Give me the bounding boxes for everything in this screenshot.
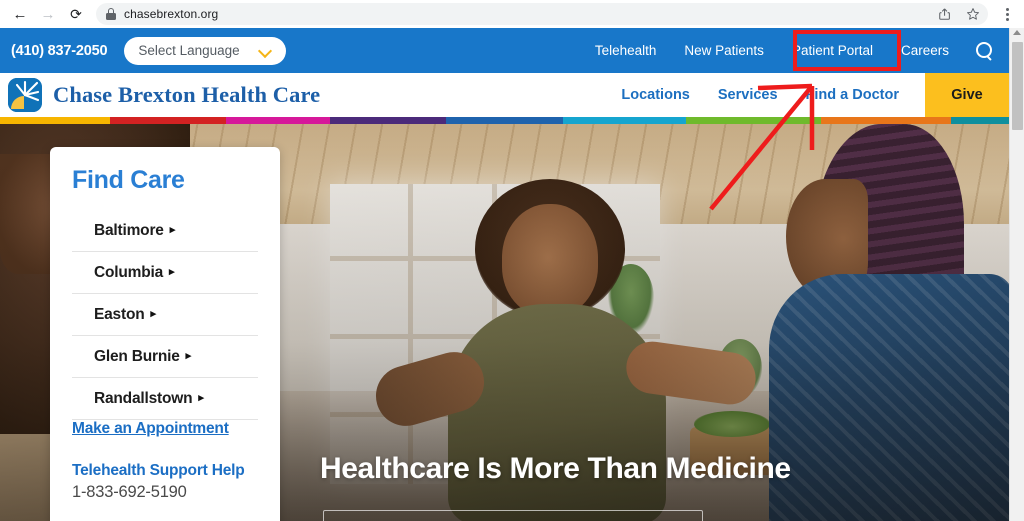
location-label: Columbia <box>94 263 164 281</box>
utility-link-patient-portal[interactable]: Patient Portal <box>778 28 887 73</box>
scroll-up-arrow-icon[interactable] <box>1013 30 1021 35</box>
nav-link-find-a-doctor[interactable]: Find a Doctor <box>792 73 913 117</box>
find-care-location-baltimore[interactable]: Baltimore ▸ <box>72 210 258 252</box>
caret-right-icon: ▸ <box>150 308 156 320</box>
nav-link-locations[interactable]: Locations <box>607 73 703 117</box>
find-care-title: Find Care <box>72 166 185 194</box>
make-an-appointment-link[interactable]: Make an Appointment <box>72 420 229 437</box>
page-scrollbar[interactable] <box>1009 28 1024 521</box>
find-care-card: Find Care Baltimore ▸ Columbia ▸ Easton … <box>50 147 280 521</box>
site-main-nav: Chase Brexton Health Care Locations Serv… <box>0 73 1009 117</box>
utility-link-careers[interactable]: Careers <box>887 28 963 73</box>
location-label: Easton <box>94 305 145 323</box>
back-arrow-icon[interactable]: ← <box>6 0 34 28</box>
rainbow-stripe <box>0 117 1009 124</box>
utility-nav: Telehealth New Patients Patient Portal C… <box>581 28 1009 73</box>
give-button[interactable]: Give <box>925 73 1009 117</box>
nav-link-services[interactable]: Services <box>704 73 792 117</box>
stripe-segment <box>0 117 110 124</box>
utility-link-new-patients[interactable]: New Patients <box>670 28 778 73</box>
address-bar[interactable]: chasebrexton.org <box>96 3 988 25</box>
browser-window: ← → ⟳ chasebrexton.org (410) 837-2050 Se <box>0 0 1024 521</box>
site-utility-bar: (410) 837-2050 Select Language Telehealt… <box>0 28 1009 73</box>
main-nav-links: Locations Services Find a Doctor Give <box>607 73 1009 117</box>
chase-brexton-sunburst-logo-icon <box>8 78 42 112</box>
forward-arrow-icon[interactable]: → <box>34 0 62 28</box>
caret-right-icon: ▸ <box>169 224 176 236</box>
scrollbar-thumb[interactable] <box>1012 42 1023 130</box>
hero-headline: Healthcare Is More Than Medicine <box>320 452 791 485</box>
phone-number[interactable]: (410) 837-2050 <box>11 43 108 59</box>
search-icon <box>975 42 993 59</box>
find-care-location-randallstown[interactable]: Randallstown ▸ <box>72 378 258 420</box>
brand-name: Chase Brexton Health Care <box>53 82 321 107</box>
language-select[interactable]: Select Language <box>124 36 287 65</box>
location-label: Randallstown <box>94 389 193 407</box>
browser-toolbar: ← → ⟳ chasebrexton.org <box>0 0 1024 28</box>
stripe-segment <box>226 117 330 124</box>
star-icon[interactable] <box>966 7 980 21</box>
reload-icon[interactable]: ⟳ <box>62 0 90 28</box>
brand-logo-link[interactable]: Chase Brexton Health Care <box>8 78 320 112</box>
stripe-segment <box>685 117 822 124</box>
stripe-segment <box>821 117 951 124</box>
find-care-location-columbia[interactable]: Columbia ▸ <box>72 252 258 294</box>
language-select-value: Select Language <box>138 43 240 58</box>
stripe-segment <box>329 117 447 124</box>
caret-right-icon: ▸ <box>169 266 175 278</box>
kebab-menu-icon[interactable] <box>996 7 1018 21</box>
url-text: chasebrexton.org <box>124 7 219 21</box>
hero-content-box <box>323 510 703 521</box>
location-label: Glen Burnie <box>94 347 180 365</box>
share-icon[interactable] <box>938 7 952 21</box>
chevron-down-icon <box>260 45 272 57</box>
find-care-location-easton[interactable]: Easton ▸ <box>72 294 258 336</box>
telehealth-support-phone[interactable]: 1-833-692-5190 <box>72 483 258 502</box>
stripe-segment <box>950 117 1009 124</box>
utility-link-telehealth[interactable]: Telehealth <box>581 28 671 73</box>
stripe-segment <box>109 117 227 124</box>
search-button[interactable] <box>963 28 1005 73</box>
stripe-segment <box>562 117 686 124</box>
caret-right-icon: ▸ <box>198 392 204 404</box>
caret-right-icon: ▸ <box>185 350 192 362</box>
telehealth-support-title: Telehealth Support Help <box>72 462 245 479</box>
find-care-location-glen-burnie[interactable]: Glen Burnie ▸ <box>72 336 258 378</box>
location-label: Baltimore <box>94 221 164 239</box>
lock-icon <box>106 8 116 20</box>
stripe-segment <box>446 117 563 124</box>
